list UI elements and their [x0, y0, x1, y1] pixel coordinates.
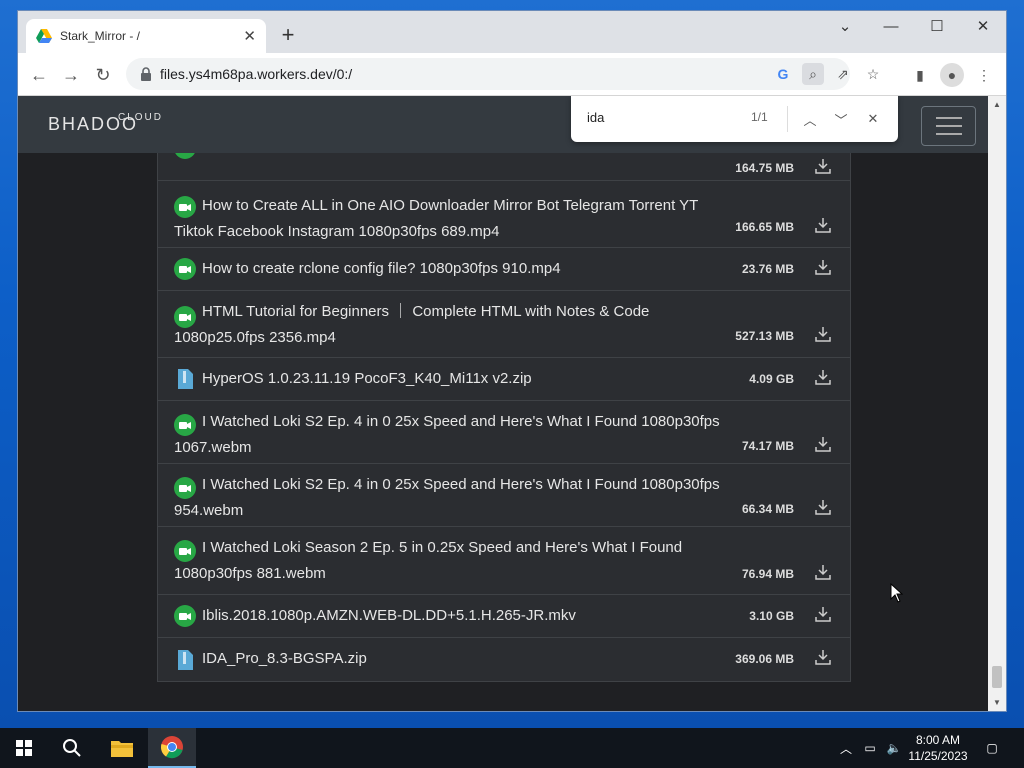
lock-icon: [141, 67, 151, 81]
bhadoo-cloud-logo[interactable]: CLOUD BHADOO: [48, 112, 161, 135]
file-name[interactable]: How to create rclone config file? 1080p3…: [174, 256, 720, 282]
file-row[interactable]: HTML Tutorial for Beginners ｜ Complete H…: [157, 291, 851, 358]
page-content: CLOUD BHADOO 164.75 MB How to Create ALL…: [18, 96, 988, 711]
download-icon[interactable]: [814, 258, 832, 276]
file-name[interactable]: HyperOS 1.0.23.11.19 PocoF3_K40_Mi11x v2…: [174, 366, 720, 392]
tab-close-icon[interactable]: ✕: [243, 27, 256, 45]
file-name[interactable]: How to Create ALL in One AIO Downloader …: [174, 193, 720, 245]
file-row[interactable]: HyperOS 1.0.23.11.19 PocoF3_K40_Mi11x v2…: [157, 358, 851, 401]
file-explorer-icon[interactable]: [98, 728, 146, 768]
download-icon[interactable]: [814, 563, 832, 581]
chrome-taskbar-icon[interactable]: [148, 728, 196, 768]
address-bar[interactable]: files.ys4m68pa.workers.dev/0:/ G ⌕ ⇗ ☆: [126, 58, 879, 90]
navbar-toggle-button[interactable]: [921, 106, 976, 146]
file-size: 74.17 MB: [741, 439, 794, 453]
find-in-page-bar: ida 1/1 ︿ ﹀ ✕: [571, 96, 898, 142]
file-row[interactable]: Iblis.2018.1080p.AMZN.WEB-DL.DD+5.1.H.26…: [157, 595, 851, 638]
file-row[interactable]: I Watched Loki Season 2 Ep. 5 in 0.25x S…: [157, 527, 851, 595]
tab-stark-mirror[interactable]: Stark_Mirror - / ✕: [26, 19, 266, 53]
google-drive-icon: [36, 29, 52, 43]
minimize-icon[interactable]: —: [868, 11, 914, 41]
download-icon[interactable]: [814, 325, 832, 343]
windows-taskbar: ︿ ▭ 🔈 8:00 AM 11/25/2023 ▢: [0, 728, 1024, 768]
browser-window: Stark_Mirror - / ✕ + ⌄ — ☐ ✕ ← → ↻ files…: [18, 11, 1006, 711]
browser-toolbar: ← → ↻ files.ys4m68pa.workers.dev/0:/ G ⌕…: [18, 53, 1006, 96]
file-size: 164.75 MB: [735, 161, 794, 175]
file-size: 23.76 MB: [741, 262, 794, 276]
network-icon[interactable]: ▭: [862, 740, 878, 756]
download-icon[interactable]: [814, 216, 832, 234]
file-size: 66.34 MB: [741, 502, 794, 516]
url-text: files.ys4m68pa.workers.dev/0:/: [160, 66, 353, 82]
download-icon[interactable]: [814, 435, 832, 453]
file-row[interactable]: IDA_Pro_8.3-BGSPA.zip 369.06 MB: [157, 638, 851, 682]
clock-time: 8:00 AM: [915, 733, 961, 747]
download-icon[interactable]: [814, 498, 832, 516]
download-icon[interactable]: [814, 648, 832, 666]
file-name[interactable]: HTML Tutorial for Beginners ｜ Complete H…: [174, 299, 720, 351]
find-close-icon[interactable]: ✕: [862, 108, 884, 130]
video-icon: [175, 153, 195, 159]
scroll-up-arrow-icon[interactable]: ▲: [993, 100, 1001, 109]
file-size: 3.10 GB: [749, 609, 794, 623]
file-size: 4.09 GB: [749, 372, 794, 386]
find-in-page-icon[interactable]: ⌕: [802, 63, 824, 85]
search-icon[interactable]: [48, 728, 96, 768]
tab-search-icon[interactable]: ⌄: [822, 11, 868, 41]
find-divider: [787, 106, 788, 132]
file-row[interactable]: How to create rclone config file? 1080p3…: [157, 248, 851, 291]
back-icon[interactable]: ←: [26, 62, 52, 88]
tray-overflow-chevron-icon[interactable]: ︿: [838, 740, 854, 756]
mouse-cursor-icon: [890, 583, 904, 603]
file-name[interactable]: I Watched Loki S2 Ep. 4 in 0 25x Speed a…: [174, 472, 720, 524]
google-translate-icon[interactable]: G: [772, 63, 794, 85]
tab-title: Stark_Mirror - /: [60, 29, 141, 43]
bookmark-star-icon[interactable]: ☆: [862, 63, 884, 85]
start-windows-icon[interactable]: [0, 728, 48, 768]
file-name[interactable]: I Watched Loki S2 Ep. 4 in 0 25x Speed a…: [174, 409, 720, 461]
file-name[interactable]: Iblis.2018.1080p.AMZN.WEB-DL.DD+5.1.H.26…: [174, 603, 720, 629]
file-row[interactable]: I Watched Loki S2 Ep. 4 in 0 25x Speed a…: [157, 464, 851, 527]
find-next-icon[interactable]: ﹀: [830, 108, 852, 130]
menu-kebab-icon[interactable]: ⋮: [972, 63, 996, 87]
page-scrollbar[interactable]: ▲ ▼: [988, 96, 1006, 711]
tab-strip: Stark_Mirror - / ✕ + ⌄ — ☐ ✕: [18, 11, 1006, 53]
maximize-icon[interactable]: ☐: [914, 11, 960, 41]
clock-date: 11/25/2023: [908, 749, 968, 763]
download-icon[interactable]: [814, 368, 832, 386]
file-size: 369.06 MB: [735, 652, 794, 666]
find-match-count: 1/1: [751, 110, 768, 124]
file-size: 76.94 MB: [741, 567, 794, 581]
download-icon[interactable]: [814, 157, 832, 175]
scroll-down-arrow-icon[interactable]: ▼: [993, 698, 1001, 707]
side-panel-icon[interactable]: ▮: [908, 63, 932, 87]
volume-muted-icon[interactable]: 🔈: [886, 740, 902, 756]
profile-avatar-icon[interactable]: ●: [940, 63, 964, 87]
share-icon[interactable]: ⇗: [832, 63, 854, 85]
file-size: 527.13 MB: [735, 329, 794, 343]
file-row[interactable]: 164.75 MB: [157, 153, 851, 181]
find-previous-icon[interactable]: ︿: [799, 108, 821, 130]
file-list: 164.75 MB How to Create ALL in One AIO D…: [157, 153, 851, 686]
file-row[interactable]: I Watched Loki S2 Ep. 4 in 0 25x Speed a…: [157, 401, 851, 464]
notifications-icon[interactable]: ▢: [984, 740, 1000, 756]
new-tab-icon[interactable]: +: [276, 23, 300, 47]
forward-icon[interactable]: →: [58, 62, 84, 88]
find-input[interactable]: ida: [587, 110, 604, 125]
file-row[interactable]: How to Create ALL in One AIO Downloader …: [157, 181, 851, 248]
scroll-thumb[interactable]: [992, 666, 1002, 688]
reload-icon[interactable]: ↻: [90, 62, 116, 88]
file-name[interactable]: IDA_Pro_8.3-BGSPA.zip: [174, 646, 720, 672]
download-icon[interactable]: [814, 605, 832, 623]
close-window-icon[interactable]: ✕: [960, 11, 1006, 41]
file-name[interactable]: I Watched Loki Season 2 Ep. 5 in 0.25x S…: [174, 535, 720, 587]
logo-cloud-text: CLOUD: [118, 112, 164, 123]
file-size: 166.65 MB: [735, 220, 794, 234]
taskbar-clock[interactable]: 8:00 AM 11/25/2023: [906, 732, 970, 764]
